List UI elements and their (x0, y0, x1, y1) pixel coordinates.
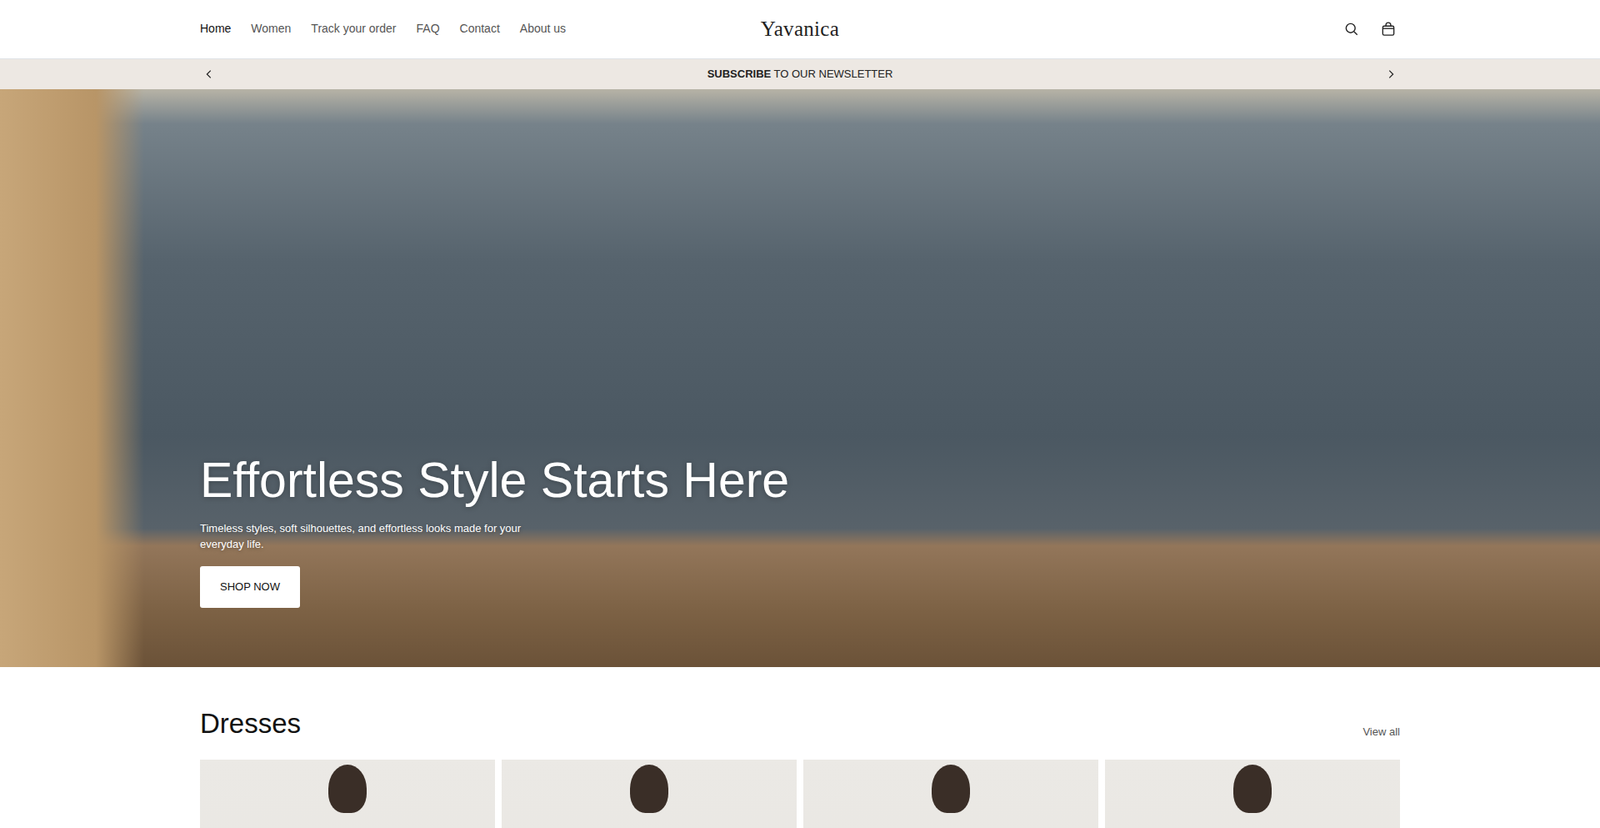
hero-subtitle: Timeless styles, soft silhouettes, and e… (200, 520, 534, 553)
next-button[interactable] (1381, 65, 1400, 84)
chevron-right-icon (1385, 68, 1397, 80)
hero-title: Effortless Style Starts Here (200, 452, 790, 510)
bag-icon (1380, 20, 1397, 38)
announcement-bold: SUBSCRIBE (707, 67, 772, 80)
shop-now-button[interactable]: SHOP NOW (200, 565, 300, 608)
product-card[interactable] (803, 759, 1099, 828)
product-card[interactable] (1105, 759, 1400, 828)
product-photo (630, 764, 669, 813)
view-all-link[interactable]: View all (1362, 723, 1400, 740)
product-photo (1233, 764, 1272, 813)
nav-link[interactable]: Track your order (310, 16, 396, 41)
section-title: Dresses (200, 706, 301, 740)
hero-banner: Effortless Style Starts Here Timeless sty… (0, 89, 1600, 667)
product-photo (328, 764, 367, 813)
prev-button[interactable] (200, 65, 219, 84)
product-card[interactable] (501, 759, 797, 828)
nav-link[interactable]: Women (250, 16, 291, 41)
cart-button[interactable] (1376, 17, 1400, 41)
search-icon (1343, 20, 1360, 38)
site-header: Home Women Track your order FAQ Contact About… (0, 0, 1600, 60)
product-photo (931, 764, 970, 813)
announcement-text[interactable]: SUBSCRIBE TO OUR NEWSLETTER (707, 65, 894, 83)
main-nav: Home Women Track your order FAQ Contact About… (200, 16, 761, 41)
announcement-rest: TO OUR NEWSLETTER (770, 67, 893, 80)
logo[interactable]: Yavanica (760, 13, 840, 45)
nav-link[interactable]: FAQ (416, 16, 440, 41)
nav-link[interactable]: Contact (460, 16, 500, 41)
dresses-section: Dresses View all (200, 666, 1400, 828)
nav-link[interactable]: Home (200, 16, 231, 41)
announcement-bar: SUBSCRIBE TO OUR NEWSLETTER (0, 59, 1600, 90)
chevron-left-icon (203, 68, 215, 80)
nav-link[interactable]: About us (520, 16, 566, 41)
product-card[interactable] (200, 759, 495, 828)
search-button[interactable] (1340, 17, 1364, 41)
